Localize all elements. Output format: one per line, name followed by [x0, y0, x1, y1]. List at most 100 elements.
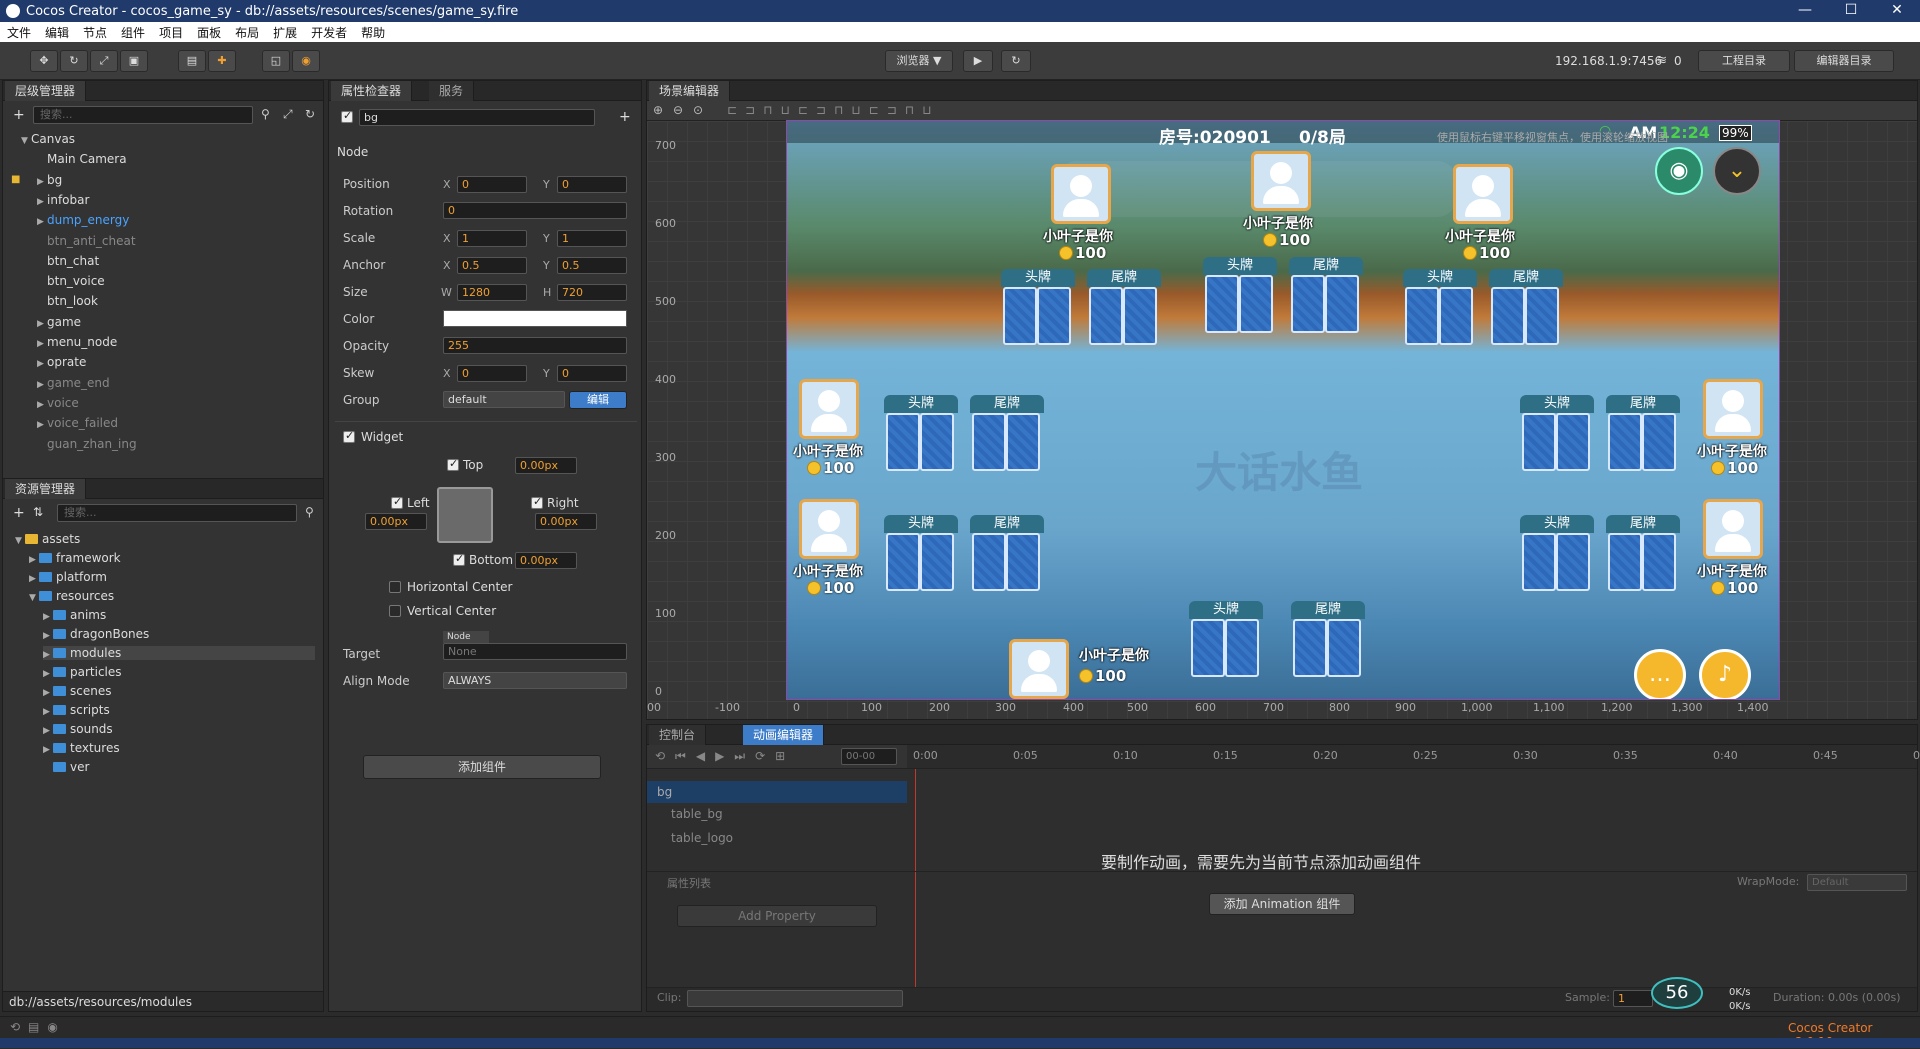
add-component-button[interactable]: 添加组件 [363, 755, 601, 779]
node-name-input[interactable]: bg [359, 109, 595, 126]
microphone-icon[interactable]: ♪ [1699, 649, 1751, 699]
hierarchy-node[interactable]: ▶ oprate [37, 355, 86, 369]
expand-arrow-icon[interactable]: ▶ [43, 612, 53, 622]
hierarchy-node[interactable]: ▶ game [37, 315, 81, 329]
close-button[interactable]: ✕ [1874, 0, 1920, 22]
expand-arrow-icon[interactable]: ▶ [37, 177, 47, 187]
editor-dir-button[interactable]: 编辑器目录 [1794, 50, 1894, 72]
align-mode-select[interactable]: ALWAYS [443, 672, 627, 689]
expand-arrow-icon[interactable]: ▼ [21, 136, 31, 146]
asset-item[interactable]: ▶ modules [43, 646, 315, 660]
asset-item[interactable]: ▶ scenes [43, 684, 111, 698]
player-avatar[interactable] [799, 379, 859, 439]
widget-top-input[interactable]: 0.00px [515, 457, 577, 474]
menu-file[interactable]: 文件 [0, 24, 38, 41]
target-input[interactable]: None [443, 643, 627, 660]
zoom-in-icon[interactable]: ⊕ [653, 103, 663, 117]
tab-service[interactable]: 服务 [429, 81, 475, 101]
add-node-icon[interactable]: + [13, 107, 25, 123]
expand-arrow-icon[interactable]: ▶ [43, 745, 53, 755]
expand-arrow-icon[interactable]: ▶ [37, 217, 47, 227]
hierarchy-node[interactable]: btn_anti_cheat [37, 234, 136, 248]
anchor-y-input[interactable]: 0.5 [557, 257, 627, 274]
asset-item[interactable]: ▶ scripts [43, 703, 110, 717]
group-select[interactable]: default [443, 391, 565, 408]
asset-item[interactable]: ▶ platform [29, 570, 107, 584]
project-dir-button[interactable]: 工程目录 [1698, 50, 1790, 72]
expand-arrow-icon[interactable]: ▶ [37, 197, 47, 207]
player-avatar[interactable] [1703, 379, 1763, 439]
size-w-input[interactable]: 1280 [457, 284, 527, 301]
expand-arrow-icon[interactable]: ▶ [43, 726, 53, 736]
widget-bottom-checkbox[interactable] [453, 552, 465, 566]
player-avatar[interactable] [1703, 499, 1763, 559]
hierarchy-node[interactable]: ▶ voice [37, 396, 79, 410]
minimize-button[interactable]: — [1782, 0, 1828, 22]
expand-arrow-icon[interactable]: ▶ [37, 420, 47, 430]
widget-top-checkbox[interactable] [447, 457, 459, 471]
rotate-tool-icon[interactable]: ↻ [60, 50, 88, 72]
refresh-icon[interactable]: ↻ [305, 107, 315, 121]
asset-item[interactable]: ▼ assets [15, 532, 80, 546]
scale-y-input[interactable]: 1 [557, 230, 627, 247]
pivot-icon[interactable]: ▤ [178, 50, 206, 72]
widget-bottom-input[interactable]: 0.00px [515, 552, 577, 569]
expand-arrow-icon[interactable]: ▶ [37, 400, 47, 410]
tab-animation-editor[interactable]: 动画编辑器 [743, 725, 825, 745]
maximize-button[interactable]: ☐ [1828, 0, 1874, 22]
playhead[interactable] [915, 769, 916, 989]
expand-arrow-icon[interactable]: ▶ [37, 380, 47, 390]
skew-x-input[interactable]: 0 [457, 365, 527, 382]
zoom-out-icon[interactable]: ⊖ [673, 103, 683, 117]
rotation-input[interactable]: 0 [443, 202, 627, 219]
expand-arrow-icon[interactable]: ▶ [37, 339, 47, 349]
node-section-header[interactable]: Node [329, 141, 641, 163]
hierarchy-node[interactable]: ▼ Canvas [21, 132, 75, 146]
asset-item[interactable]: ver [43, 760, 89, 774]
tab-inspector[interactable]: 属性检查器 [331, 81, 413, 101]
chat-icon[interactable]: … [1634, 649, 1686, 699]
time-input[interactable]: 00-00 [841, 748, 897, 765]
expand-arrow-icon[interactable]: ▶ [43, 631, 53, 641]
hierarchy-node[interactable]: btn_voice [37, 274, 105, 288]
lock-icon[interactable]: ■ [11, 174, 20, 185]
expand-arrow-icon[interactable]: ▶ [29, 574, 39, 584]
chevron-down-icon[interactable]: ⌄ [1713, 147, 1761, 195]
expand-arrow-icon[interactable]: ▼ [29, 593, 39, 603]
assets-search-input[interactable]: 搜索... [57, 504, 297, 522]
align-tools-icon[interactable]: ⊏⊐⊓⊔⊏⊐⊓⊔⊏⊐⊓⊔ [727, 103, 940, 117]
hierarchy-node[interactable]: ▶ dump_energy [37, 213, 129, 227]
hierarchy-search-input[interactable]: 搜索... [33, 106, 253, 124]
asset-item[interactable]: ▶ sounds [43, 722, 113, 736]
add-asset-icon[interactable]: + [13, 505, 25, 521]
scale-x-input[interactable]: 1 [457, 230, 527, 247]
menu-edit[interactable]: 编辑 [38, 24, 76, 41]
horizontal-center-checkbox[interactable] [389, 581, 401, 593]
local-icon[interactable]: ✚ [208, 50, 236, 72]
expand-arrow-icon[interactable]: ▶ [37, 319, 47, 329]
player-avatar[interactable] [1051, 164, 1111, 224]
menu-layout[interactable]: 布局 [228, 24, 266, 41]
add-animation-button[interactable]: 添加 Animation 组件 [1209, 893, 1355, 915]
opacity-input[interactable]: 255 [443, 337, 627, 354]
node-active-checkbox[interactable] [341, 109, 353, 123]
hierarchy-node[interactable]: Main Camera [37, 152, 127, 166]
expand-icon[interactable]: ⤢ [283, 107, 293, 122]
menu-node[interactable]: 节点 [76, 24, 114, 41]
anim-node-row[interactable]: bg [647, 781, 907, 803]
asset-item[interactable]: ▶ anims [43, 608, 106, 622]
widget-left-input[interactable]: 0.00px [365, 513, 427, 530]
asset-item[interactable]: ▼ resources [29, 589, 114, 603]
hierarchy-node[interactable]: guan_zhan_ing [37, 437, 137, 451]
gizmo-2d-icon[interactable]: ◱ [262, 50, 290, 72]
search-icon[interactable]: ⚲ [305, 505, 314, 519]
player-avatar[interactable] [1251, 151, 1311, 211]
expand-arrow-icon[interactable]: ▼ [15, 536, 25, 546]
group-edit-button[interactable]: 编辑 [569, 391, 627, 409]
zoom-reset-icon[interactable]: ⊙ [693, 103, 703, 117]
asset-item[interactable]: ▶ particles [43, 665, 122, 679]
scale-tool-icon[interactable]: ⤢ [90, 50, 118, 72]
hierarchy-node[interactable]: ▶ game_end [37, 376, 110, 390]
tab-console[interactable]: 控制台 [649, 725, 707, 745]
position-y-input[interactable]: 0 [557, 176, 627, 193]
